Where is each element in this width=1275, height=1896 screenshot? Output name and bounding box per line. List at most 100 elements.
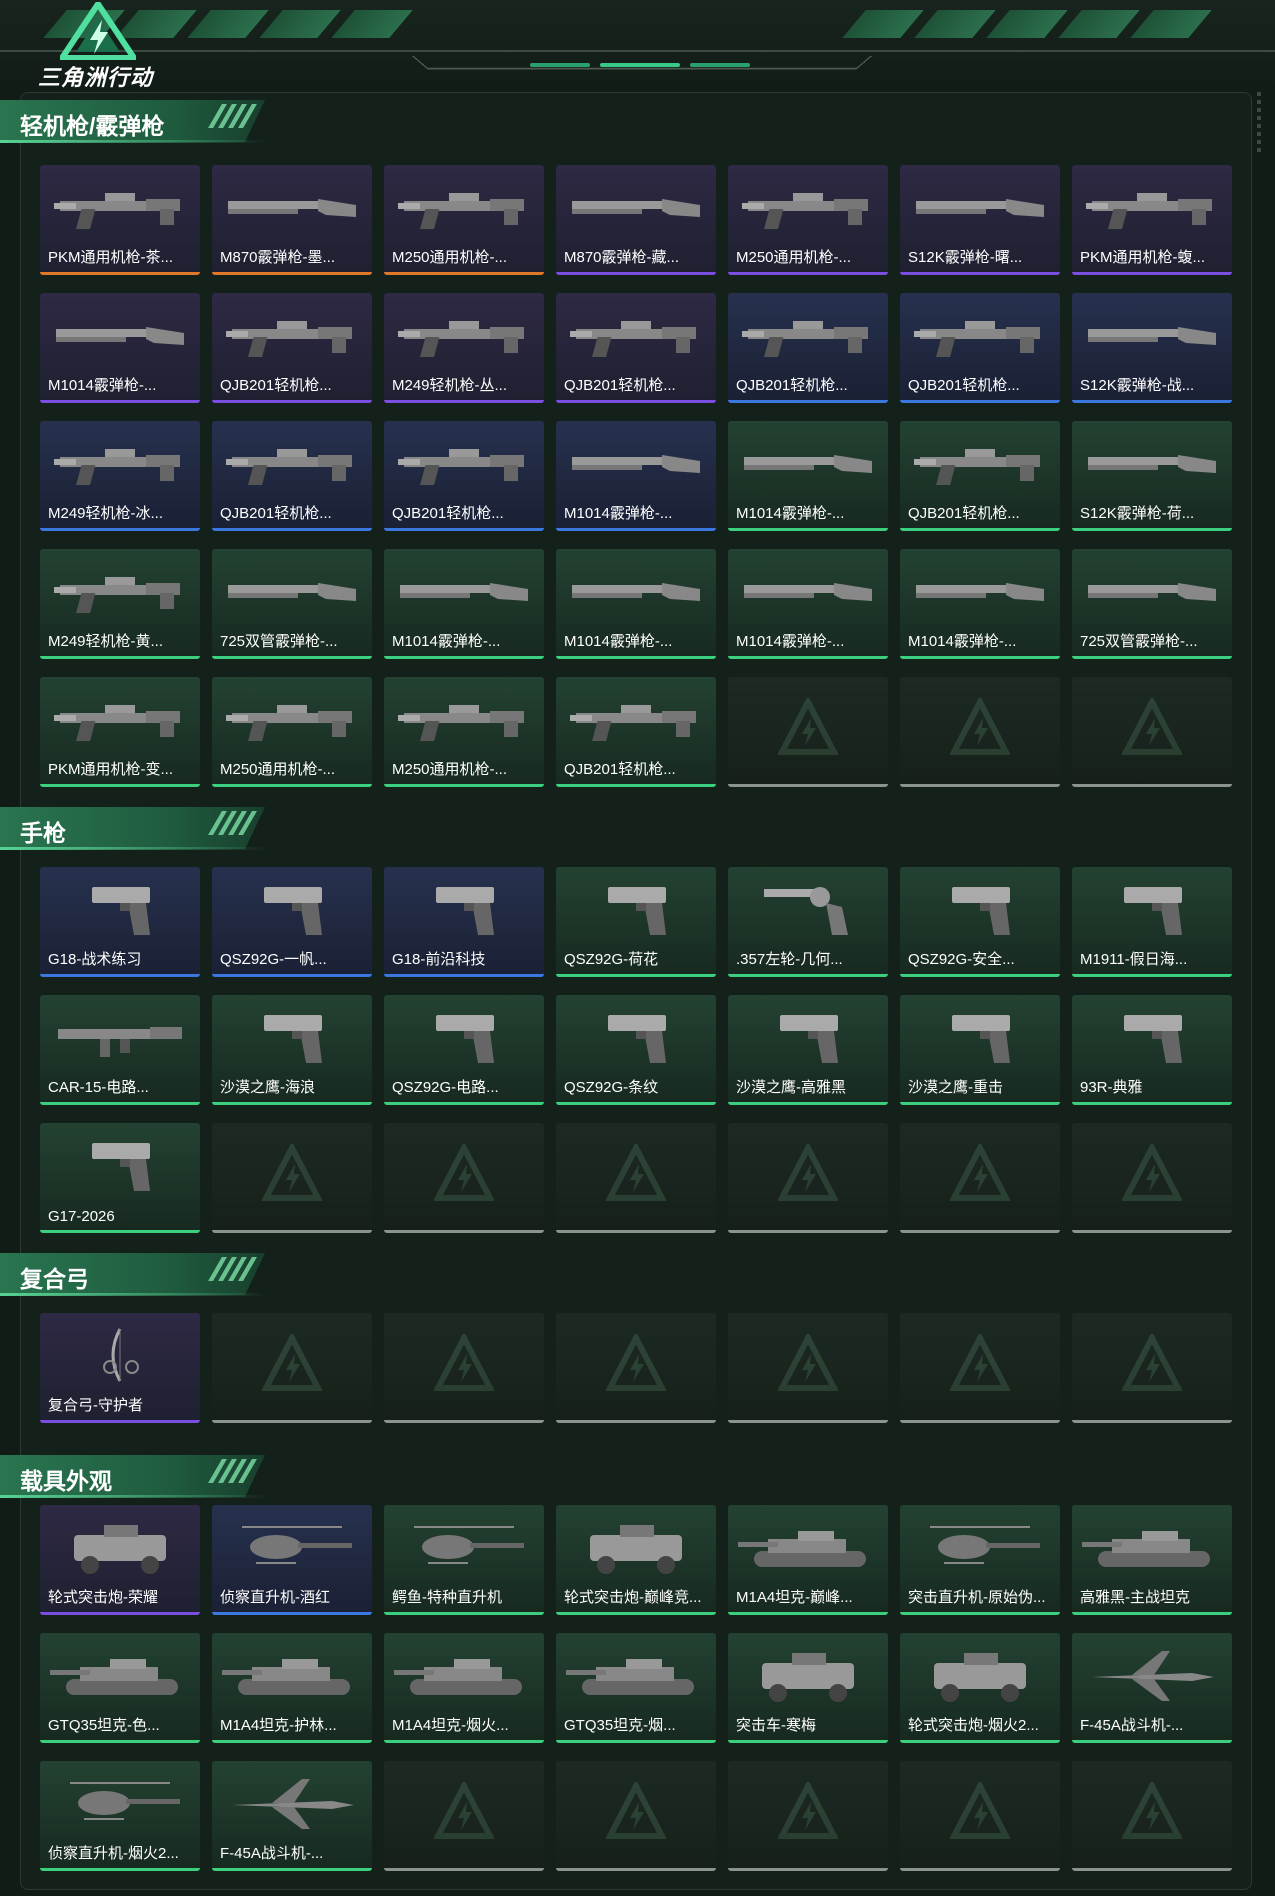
skin-card[interactable]: M1014霰弹枪-... — [384, 549, 544, 659]
empty-slot-logo-icon — [606, 1334, 666, 1391]
skin-card-label: S12K霰弹枪-荷... — [1080, 505, 1195, 522]
skin-card-label: M1014霰弹枪-... — [564, 633, 673, 650]
skin-card[interactable]: 轮式突击炮-巅峰竞... — [556, 1505, 716, 1615]
skin-card[interactable]: 鳄鱼-特种直升机 — [384, 1505, 544, 1615]
skin-card[interactable]: .357左轮-几何... — [728, 867, 888, 977]
skin-card-label: QSZ92G-电路... — [392, 1079, 499, 1096]
skin-card[interactable]: QJB201轻机枪... — [556, 293, 716, 403]
skin-card[interactable]: 侦察直升机-酒红 — [212, 1505, 372, 1615]
skin-card[interactable]: M1014霰弹枪-... — [40, 293, 200, 403]
empty-slot-bar — [556, 1420, 716, 1423]
rarity-bar — [728, 528, 888, 531]
skin-card[interactable]: CAR-15-电路... — [40, 995, 200, 1105]
skin-card[interactable]: GTQ35坦克-色... — [40, 1633, 200, 1743]
skin-card[interactable]: 725双管霰弹枪-... — [1072, 549, 1232, 659]
machine-gun-icon — [566, 305, 706, 365]
skin-card[interactable]: QSZ92G-电路... — [384, 995, 544, 1105]
rarity-bar — [212, 272, 372, 275]
skin-card[interactable]: S12K霰弹枪-战... — [1072, 293, 1232, 403]
skin-card[interactable]: QJB201轻机枪... — [212, 293, 372, 403]
skin-card[interactable]: 突击车-寒梅 — [728, 1633, 888, 1743]
skin-card[interactable]: M1014霰弹枪-... — [556, 549, 716, 659]
skin-card[interactable]: PKM通用机枪-变... — [40, 677, 200, 787]
top-banner: 三角洲行动 — [0, 0, 1275, 90]
skin-card-label: S12K霰弹枪-战... — [1080, 377, 1195, 394]
skin-card[interactable]: M1014霰弹枪-... — [556, 421, 716, 531]
skin-card[interactable]: 复合弓-守护者 — [40, 1313, 200, 1423]
skin-card[interactable]: M1014霰弹枪-... — [728, 549, 888, 659]
skin-card[interactable]: M250通用机枪-... — [728, 165, 888, 275]
skin-card[interactable]: M249轻机枪-黄... — [40, 549, 200, 659]
skin-card[interactable]: 725双管霰弹枪-... — [212, 549, 372, 659]
skin-card[interactable]: QJB201轻机枪... — [728, 293, 888, 403]
skin-card[interactable]: PKM通用机枪-茶... — [40, 165, 200, 275]
empty-slot — [384, 1313, 544, 1423]
skin-card-label: QJB201轻机枪... — [220, 505, 332, 522]
skin-card[interactable]: QSZ92G-安全... — [900, 867, 1060, 977]
empty-slot — [1072, 1761, 1232, 1871]
rarity-bar — [40, 784, 200, 787]
empty-slot — [1072, 1123, 1232, 1233]
pistol-icon — [50, 1135, 190, 1195]
skin-card[interactable]: G18-前沿科技 — [384, 867, 544, 977]
rarity-bar — [556, 974, 716, 977]
banner-stripes-right — [842, 10, 1212, 40]
skin-card[interactable]: QJB201轻机枪... — [384, 421, 544, 531]
skin-card-label: 725双管霰弹枪-... — [1080, 633, 1198, 650]
skin-card[interactable]: F-45A战斗机-... — [212, 1761, 372, 1871]
skin-card-label: M249轻机枪-黄... — [48, 633, 164, 650]
empty-slot-logo-icon — [1122, 1782, 1182, 1839]
machine-gun-icon — [394, 305, 534, 365]
skin-card[interactable]: F-45A战斗机-... — [1072, 1633, 1232, 1743]
rarity-bar — [212, 400, 372, 403]
skin-card[interactable]: M249轻机枪-冰... — [40, 421, 200, 531]
skin-card[interactable]: QJB201轻机枪... — [212, 421, 372, 531]
skin-card[interactable]: M1014霰弹枪-... — [900, 549, 1060, 659]
skin-card[interactable]: GTQ35坦克-烟... — [556, 1633, 716, 1743]
skin-card[interactable]: M870霰弹枪-藏... — [556, 165, 716, 275]
skin-card[interactable]: 沙漠之鹰-重击 — [900, 995, 1060, 1105]
rarity-bar — [1072, 974, 1232, 977]
skin-card[interactable]: QJB201轻机枪... — [900, 293, 1060, 403]
skin-card[interactable]: QSZ92G-荷花 — [556, 867, 716, 977]
skin-card[interactable]: QSZ92G-条纹 — [556, 995, 716, 1105]
skin-card[interactable]: M249轻机枪-丛... — [384, 293, 544, 403]
skin-card[interactable]: G18-战术练习 — [40, 867, 200, 977]
skin-card[interactable]: M250通用机枪-... — [384, 165, 544, 275]
scroll-indicator[interactable] — [1257, 92, 1261, 152]
skin-card[interactable]: M1A4坦克-巅峰... — [728, 1505, 888, 1615]
skin-card[interactable]: QSZ92G-一帆... — [212, 867, 372, 977]
skin-card[interactable]: M1A4坦克-护林... — [212, 1633, 372, 1743]
skin-card[interactable]: 93R-典雅 — [1072, 995, 1232, 1105]
skin-card[interactable]: M1911-假日海... — [1072, 867, 1232, 977]
skin-card[interactable]: 侦察直升机-烟火2... — [40, 1761, 200, 1871]
rarity-bar — [1072, 400, 1232, 403]
empty-slot-logo-icon — [950, 1782, 1010, 1839]
skin-card[interactable]: M250通用机枪-... — [212, 677, 372, 787]
empty-slot — [556, 1761, 716, 1871]
skin-card[interactable]: M870霰弹枪-墨... — [212, 165, 372, 275]
skin-card-label: GTQ35坦克-烟... — [564, 1717, 676, 1734]
skin-card[interactable]: S12K霰弹枪-荷... — [1072, 421, 1232, 531]
empty-slot-bar — [556, 1230, 716, 1233]
skin-card[interactable]: 高雅黑-主战坦克 — [1072, 1505, 1232, 1615]
skin-card[interactable]: 轮式突击炮-烟火2... — [900, 1633, 1060, 1743]
pistol-icon — [222, 1007, 362, 1067]
empty-slot-logo-icon — [434, 1782, 494, 1839]
skin-card[interactable]: S12K霰弹枪-曙... — [900, 165, 1060, 275]
skin-card[interactable]: QJB201轻机枪... — [900, 421, 1060, 531]
skin-card[interactable]: M250通用机枪-... — [384, 677, 544, 787]
skin-card[interactable]: PKM通用机枪-蝮... — [1072, 165, 1232, 275]
skin-card[interactable]: 沙漠之鹰-高雅黑 — [728, 995, 888, 1105]
skin-card[interactable]: 沙漠之鹰-海浪 — [212, 995, 372, 1105]
skin-card[interactable]: G17-2026 — [40, 1123, 200, 1233]
skin-card[interactable]: M1014霰弹枪-... — [728, 421, 888, 531]
skin-card[interactable]: 轮式突击炮-荣耀 — [40, 1505, 200, 1615]
banner-dash — [600, 63, 680, 67]
skin-card[interactable]: 突击直升机-原始伪... — [900, 1505, 1060, 1615]
rarity-bar — [40, 656, 200, 659]
skin-card[interactable]: QJB201轻机枪... — [556, 677, 716, 787]
skin-card[interactable]: M1A4坦克-烟火... — [384, 1633, 544, 1743]
skin-card-label: CAR-15-电路... — [48, 1079, 149, 1096]
skin-card-label: 轮式突击炮-荣耀 — [48, 1589, 158, 1606]
